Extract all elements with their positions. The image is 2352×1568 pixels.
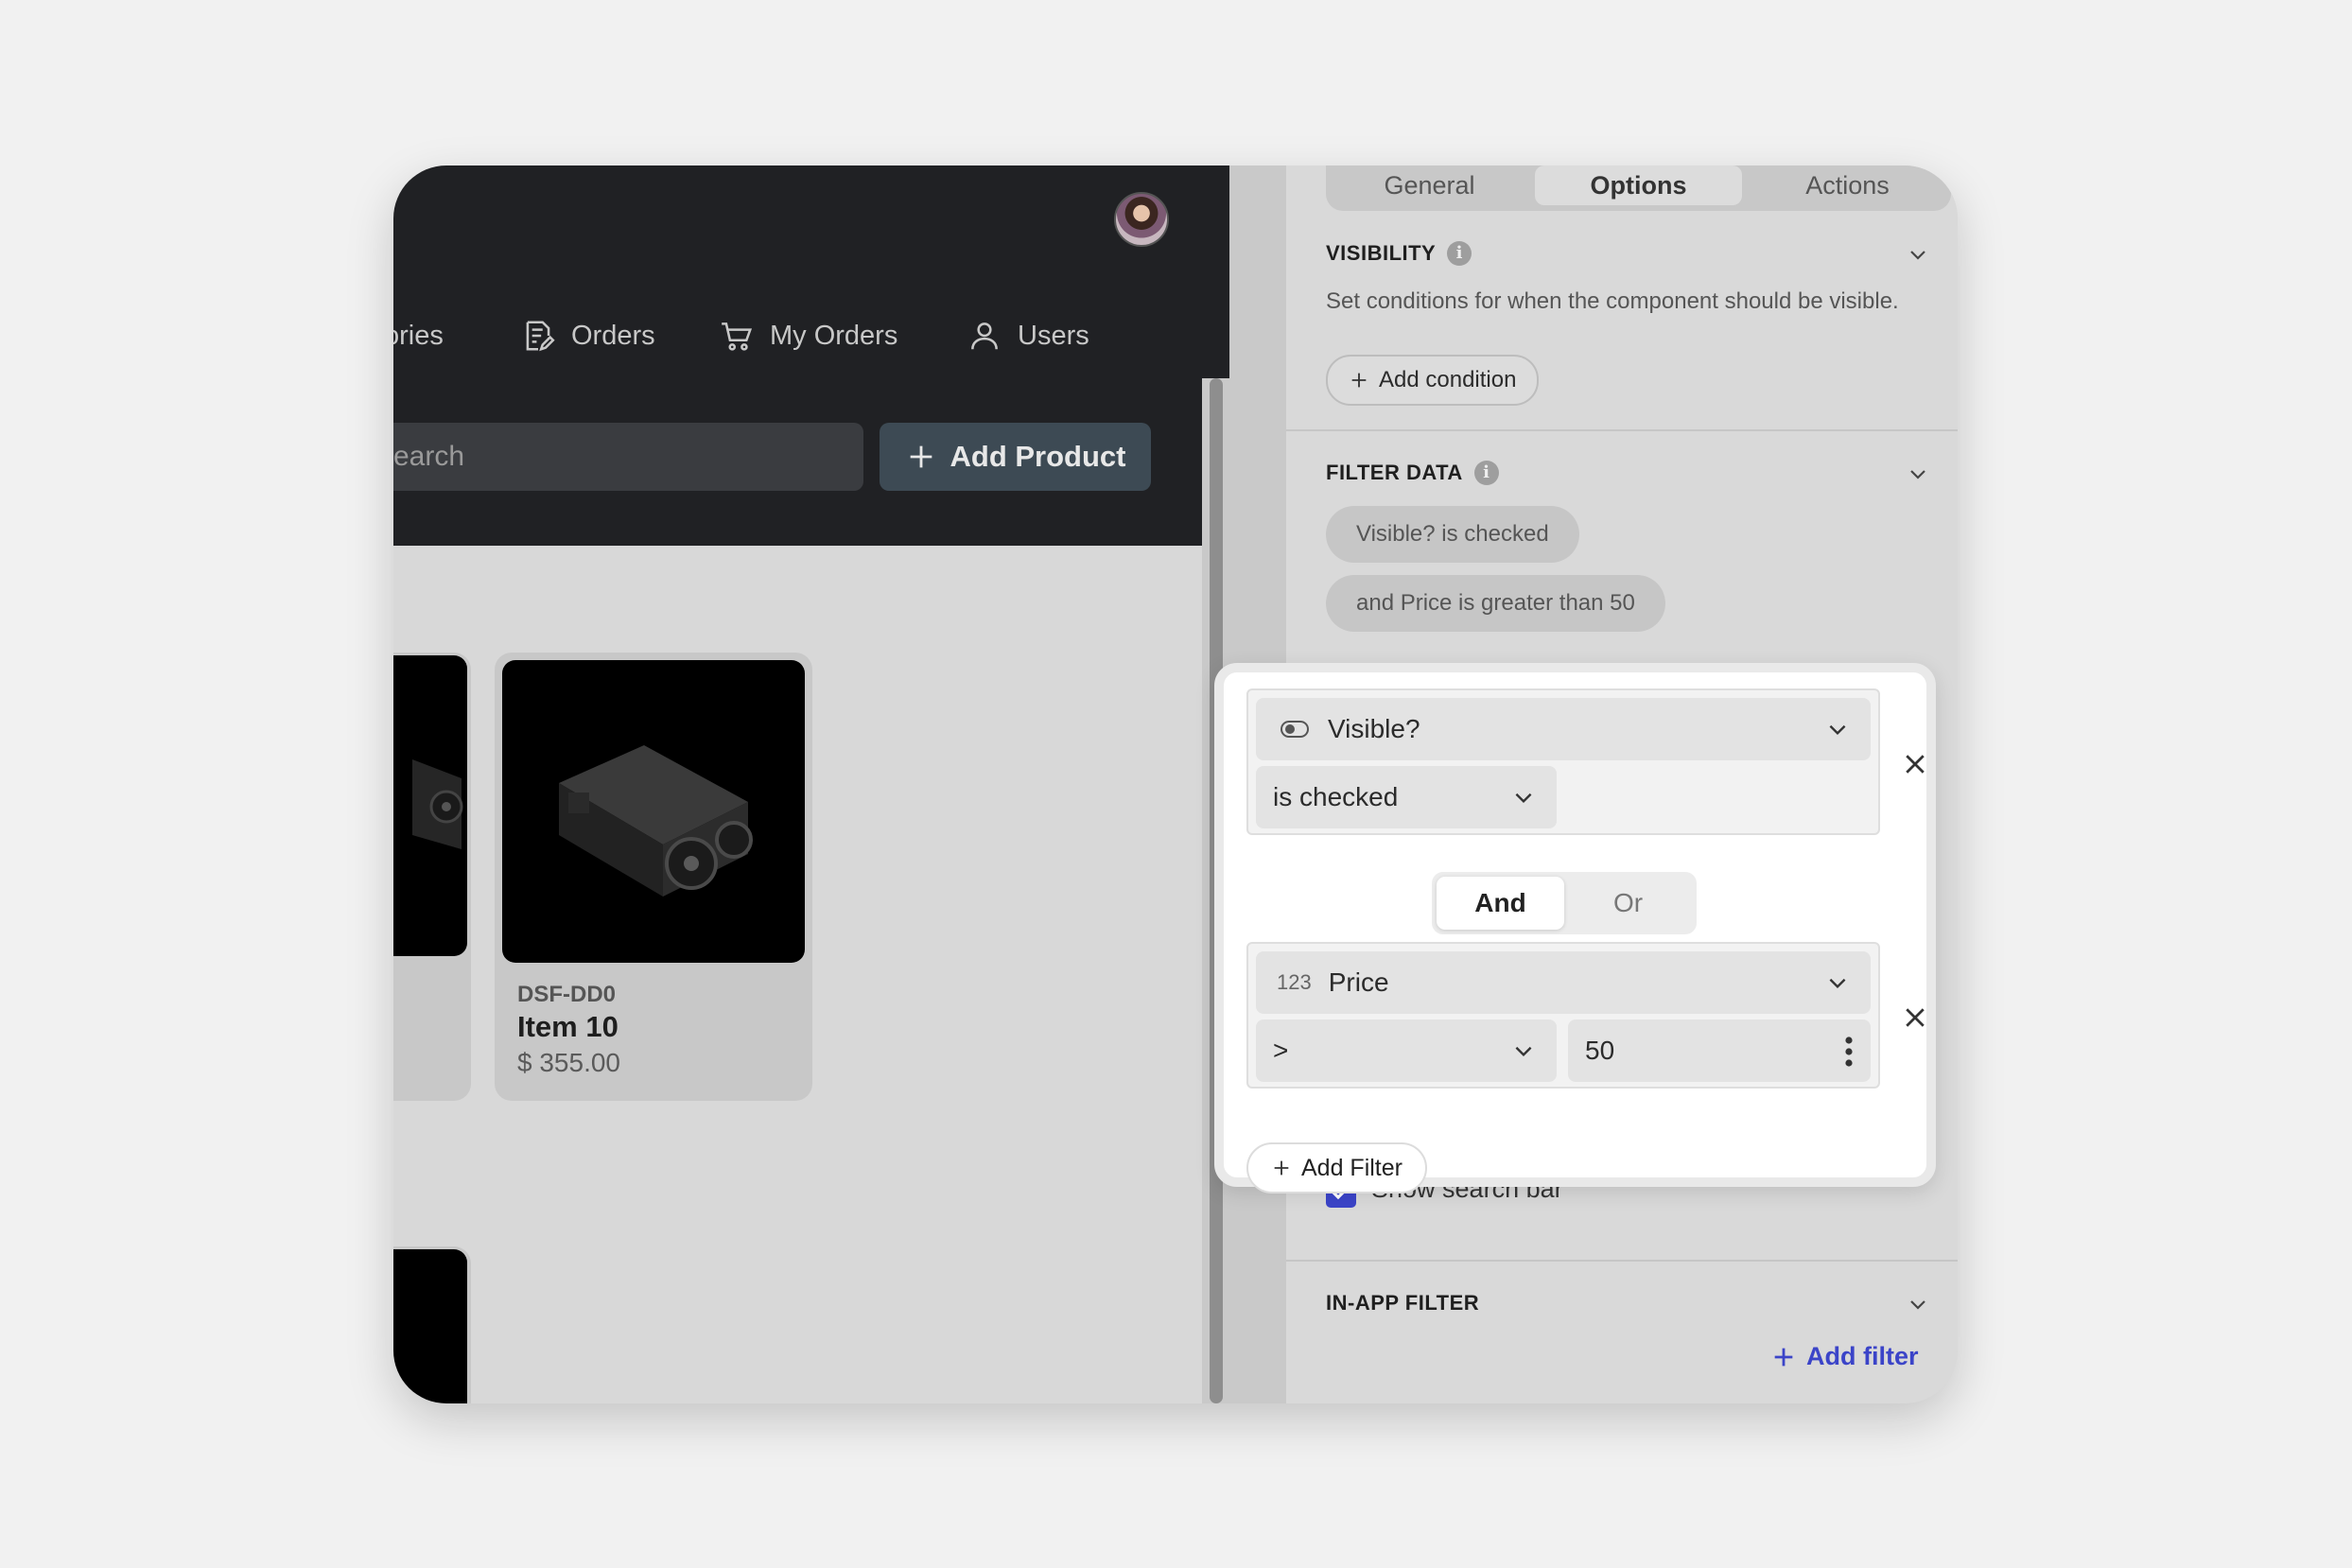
- tab-general[interactable]: General: [1326, 166, 1533, 211]
- servo-image: [412, 759, 463, 849]
- visibility-section-title: VISIBILITY i: [1326, 241, 1472, 266]
- app-top-bar: ories Orders My Orders Users: [393, 166, 1229, 378]
- field-select-value: Price: [1328, 967, 1389, 997]
- product-sku: DSF-DD0: [517, 982, 617, 1007]
- field-select[interactable]: Visible?: [1256, 698, 1871, 760]
- nav-label: Orders: [571, 320, 655, 351]
- add-condition-button[interactable]: Add condition: [1326, 355, 1540, 406]
- number-type-icon: 123: [1277, 970, 1312, 994]
- condition-group: 123 Price > 50: [1246, 942, 1880, 1089]
- nav-item-users[interactable]: Users: [967, 307, 1089, 364]
- in-app-filter-section-title: IN-APP FILTER: [1326, 1291, 1479, 1315]
- nav-item-categories[interactable]: ories: [393, 307, 444, 364]
- operator-select-value: >: [1273, 1036, 1289, 1065]
- search-input[interactable]: earch: [393, 423, 863, 491]
- plus-icon: [1774, 1348, 1793, 1366]
- section-divider: [1286, 429, 1958, 431]
- tab-actions[interactable]: Actions: [1744, 166, 1951, 211]
- add-filter-label: Add filter: [1806, 1342, 1919, 1370]
- and-or-toggle: And Or: [1432, 872, 1697, 934]
- toggle-icon: [1281, 721, 1309, 738]
- user-avatar[interactable]: [1114, 192, 1169, 247]
- condition-group: Visible? is checked: [1246, 688, 1880, 835]
- info-icon[interactable]: i: [1447, 241, 1472, 266]
- nav-item-my-orders[interactable]: My Orders: [719, 307, 897, 364]
- plus-icon: [1274, 1160, 1289, 1176]
- close-icon[interactable]: [1901, 1003, 1929, 1032]
- chevron-down-icon[interactable]: [1907, 462, 1929, 485]
- nav-label: My Orders: [770, 320, 898, 351]
- section-divider: [1286, 1260, 1958, 1262]
- value-input-value: 50: [1585, 1036, 1615, 1065]
- product-image: [393, 1249, 467, 1403]
- operator-select-value: is checked: [1273, 782, 1399, 811]
- operator-select[interactable]: >: [1256, 1019, 1557, 1082]
- visibility-description: Set conditions for when the component sh…: [1326, 288, 1899, 314]
- product-image: [502, 660, 805, 963]
- app-window: ories Orders My Orders Users: [393, 166, 1958, 1403]
- product-image: [393, 655, 467, 956]
- field-select-value: Visible?: [1328, 714, 1420, 743]
- chevron-down-icon[interactable]: [1907, 243, 1929, 266]
- add-product-button[interactable]: Add Product: [880, 423, 1151, 491]
- or-option[interactable]: Or: [1564, 877, 1692, 930]
- filter-chip[interactable]: Visible? is checked: [1326, 506, 1579, 563]
- panel-tabs: General Options Actions: [1326, 166, 1951, 211]
- nav-item-orders[interactable]: Orders: [520, 307, 655, 364]
- filter-editor-popover: Visible? is checked And Or 123 Price > 5…: [1214, 663, 1936, 1193]
- app-preview: ories Orders My Orders Users: [393, 166, 1229, 1403]
- and-option[interactable]: And: [1437, 877, 1564, 930]
- chevron-down-icon: [1515, 793, 1532, 804]
- servo-image: [559, 745, 753, 897]
- plus-icon: [910, 445, 932, 468]
- product-card[interactable]: [393, 653, 471, 1101]
- add-product-label: Add Product: [950, 440, 1126, 473]
- chevron-down-icon: [1515, 1046, 1532, 1057]
- add-filter-button-label: Add Filter: [1301, 1154, 1402, 1181]
- nav-label: Users: [1018, 320, 1089, 351]
- document-edit-icon: [520, 318, 556, 354]
- field-select[interactable]: 123 Price: [1256, 951, 1871, 1014]
- add-condition-label: Add condition: [1379, 367, 1517, 392]
- cart-icon: [719, 318, 755, 354]
- operator-select[interactable]: is checked: [1256, 766, 1557, 828]
- nav-label: ories: [393, 320, 444, 351]
- filter-chip[interactable]: and Price is greater than 50: [1326, 575, 1665, 632]
- add-filter-button[interactable]: Add Filter: [1246, 1142, 1427, 1193]
- info-icon[interactable]: i: [1473, 461, 1499, 485]
- product-name: Item 10: [517, 1010, 618, 1043]
- chevron-down-icon: [1829, 978, 1846, 989]
- close-icon[interactable]: [1901, 750, 1929, 778]
- value-input[interactable]: 50: [1568, 1019, 1871, 1082]
- plus-icon: [1351, 373, 1367, 388]
- chevron-down-icon: [1829, 724, 1846, 736]
- more-vertical-icon[interactable]: [1844, 1037, 1854, 1067]
- product-card[interactable]: DSF-DD0 Item 10 $ 355.00: [495, 653, 812, 1101]
- in-app-filter-title: IN-APP FILTER: [1326, 1291, 1480, 1315]
- product-price: $ 355.00: [517, 1048, 620, 1077]
- user-icon: [967, 318, 1002, 354]
- tab-options[interactable]: Options: [1535, 166, 1742, 205]
- search-placeholder: earch: [393, 441, 465, 472]
- chevron-down-icon[interactable]: [1907, 1293, 1929, 1315]
- filter-data-section-title: FILTER DATA i: [1326, 461, 1499, 485]
- visibility-title: VISIBILITY: [1326, 241, 1437, 265]
- product-card[interactable]: [393, 1246, 471, 1403]
- add-filter-link[interactable]: Add filter: [1770, 1342, 1919, 1371]
- filter-data-title: FILTER DATA: [1326, 461, 1463, 484]
